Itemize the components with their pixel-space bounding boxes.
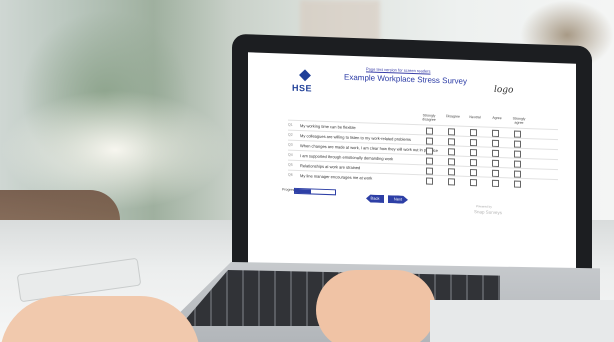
column-header: Disagree <box>445 114 460 119</box>
column-header: Neutral <box>469 115 481 120</box>
answer-checkbox[interactable] <box>426 177 433 185</box>
progress-bar <box>294 187 336 196</box>
question-number: Q3 <box>288 142 293 147</box>
right-hand <box>316 270 436 342</box>
question-number: Q4 <box>288 152 293 157</box>
answer-checkbox[interactable] <box>492 179 499 188</box>
screen-reader-link[interactable]: Page text version for screen readers <box>366 66 430 73</box>
hse-logo-text: HSE <box>292 82 313 94</box>
question-text: My working time can be flexible <box>300 123 356 131</box>
sleeve <box>430 300 614 342</box>
question-text: My line manager encourages me at work <box>300 173 373 181</box>
question-number: Q2 <box>288 132 293 137</box>
back-button[interactable]: Back <box>366 194 384 203</box>
answer-checkbox[interactable] <box>470 179 477 187</box>
laptop-screen: Page text version for screen readers HSE… <box>248 52 576 276</box>
column-header: Agree <box>492 115 502 121</box>
question-text: Relationships at work are strained <box>300 163 361 171</box>
powered-by: Powered by <box>476 204 492 209</box>
logo-placeholder: logo <box>494 84 514 96</box>
hse-logo: HSE <box>292 69 318 96</box>
question-number: Q6 <box>288 172 293 177</box>
question-number: Q1 <box>288 122 293 127</box>
answer-checkbox[interactable] <box>448 178 455 186</box>
snap-surveys-brand: Snap Surveys <box>474 209 503 216</box>
column-header: Strongly agree <box>512 116 526 125</box>
photo-scene: Page text version for screen readers HSE… <box>0 0 614 342</box>
progress-fill <box>295 188 311 194</box>
survey-title: Example Workplace Stress Survey <box>344 72 468 86</box>
question-number: Q5 <box>288 162 293 167</box>
hse-diamond-icon <box>299 69 311 82</box>
next-button[interactable]: Next <box>388 195 408 204</box>
answer-checkbox[interactable] <box>514 180 521 188</box>
column-header: Strongly disagree <box>422 113 436 122</box>
